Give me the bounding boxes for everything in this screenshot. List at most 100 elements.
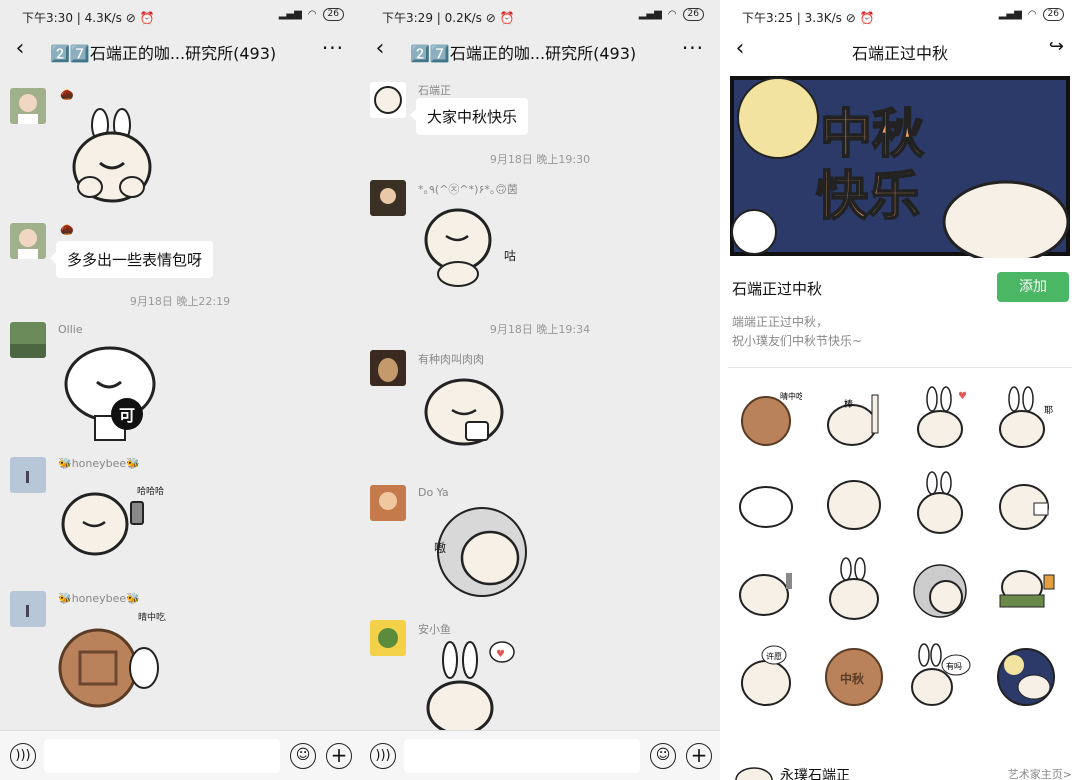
battery-icon: 26: [322, 8, 344, 21]
wifi-icon: ◠: [1027, 9, 1037, 20]
desc-line-2: 祝小璞友们中秋节快乐~: [732, 334, 863, 348]
wifi-icon: ◠: [667, 9, 677, 20]
message-bubble[interactable]: 大家中秋快乐: [409, 98, 529, 135]
avatar[interactable]: [370, 350, 406, 386]
avatar[interactable]: [10, 223, 46, 259]
battery-icon: 26: [682, 8, 704, 21]
status-bar: 下午3:30 | 4.3K/s ⊘ ⏰ ▂▄▆ ◠ 26: [0, 0, 360, 32]
avatar[interactable]: [10, 591, 46, 627]
share-icon[interactable]: ↪: [1049, 36, 1064, 57]
desc-line-1: 端端正正过中秋，: [732, 315, 829, 329]
sticker-bunny-waving[interactable]: [60, 105, 160, 215]
alarm-icon: ⏰: [859, 11, 875, 25]
pack-name: 石端正过中秋: [732, 280, 823, 298]
back-icon[interactable]: ‹: [10, 36, 30, 61]
sticker-cell[interactable]: 棒: [822, 385, 888, 451]
pack-description: 端端正正过中秋， 祝小璞友们中秋节快乐~: [732, 313, 862, 351]
svg-text:♥: ♥: [958, 391, 967, 402]
chestnut-icon: 🌰: [60, 223, 74, 236]
sticker-bunny-heart[interactable]: ♥: [422, 638, 522, 730]
sticker-cell[interactable]: ♥: [908, 385, 974, 451]
message-bubble[interactable]: 多多出一些表情包呀: [49, 241, 214, 278]
status-bar: 下午3:29 | 0.2K/s ⊘ ⏰ ▂▄▆ ◠ 26: [360, 0, 720, 32]
sender-name: Do Ya: [418, 486, 449, 499]
emoji-icon[interactable]: ☺: [650, 743, 676, 769]
sender-name: Ollie: [58, 323, 83, 336]
avatar[interactable]: [370, 485, 406, 521]
avatar[interactable]: [370, 620, 406, 656]
sticker-cell[interactable]: [994, 643, 1060, 709]
status-speed: 4.3K/s: [84, 11, 122, 25]
status-time: 下午3:29: [382, 11, 433, 25]
wifi-icon: ◠: [307, 9, 317, 20]
message-input[interactable]: [404, 739, 640, 773]
sender-name: 石端正: [418, 84, 451, 97]
svg-text:♥: ♥: [496, 649, 505, 660]
artist-avatar[interactable]: [734, 760, 774, 780]
sticker-lion-cup[interactable]: [418, 370, 528, 470]
timestamp: 9月18日 晚上19:30: [489, 153, 591, 166]
avatar[interactable]: [370, 180, 406, 216]
alarm-icon: ⏰: [499, 11, 515, 25]
avatar[interactable]: [10, 88, 46, 124]
sticker-text: 晴中吃月饼: [138, 611, 166, 623]
sender-name: 安小鱼: [418, 623, 451, 636]
avatar[interactable]: [10, 322, 46, 358]
status-time: 下午3:30: [22, 11, 73, 25]
back-icon[interactable]: ‹: [370, 36, 390, 61]
message-input[interactable]: [44, 739, 280, 773]
chat-panel-2: 下午3:29 | 0.2K/s ⊘ ⏰ ▂▄▆ ◠ 26 ‹ 2️⃣7️⃣石端正的咖…: [360, 0, 720, 780]
sticker-lion-ke[interactable]: 可: [55, 342, 165, 447]
sticker-cell[interactable]: [908, 471, 974, 537]
status-speed: 0.2K/s: [444, 11, 482, 25]
sticker-cell[interactable]: 有吗: [908, 643, 974, 709]
sticker-cell[interactable]: [736, 557, 802, 623]
voice-icon[interactable]: ))): [10, 743, 36, 769]
voice-icon[interactable]: ))): [370, 743, 396, 769]
sticker-cell[interactable]: [994, 557, 1060, 623]
chat-title: 2️⃣7️⃣石端正的咖...研究所(493): [50, 44, 277, 63]
input-bar: ))) ☺ +: [360, 730, 720, 780]
mute-icon: ⊘: [485, 11, 496, 25]
status-bar: 下午3:25 | 3.3K/s ⊘ ⏰ ▂▄▆ ◠ 26: [720, 0, 1080, 32]
input-bar: ))) ☺ +: [0, 730, 360, 780]
more-icon[interactable]: ···: [322, 36, 344, 60]
banner-text-2: 快乐: [816, 167, 920, 227]
sticker-text: 哈哈哈: [137, 485, 164, 497]
sticker-cell[interactable]: 许愿: [736, 643, 802, 709]
sticker-cell[interactable]: [822, 471, 888, 537]
alarm-icon: ⏰: [139, 11, 155, 25]
signal-icon: ▂▄▆: [998, 9, 1022, 20]
sticker-cell[interactable]: [994, 471, 1060, 537]
chestnut-icon: 🌰: [60, 88, 74, 101]
plus-icon[interactable]: +: [326, 743, 352, 769]
more-icon[interactable]: ···: [682, 36, 704, 60]
add-button[interactable]: 添加: [997, 272, 1069, 302]
timestamp: 9月18日 晚上19:34: [489, 323, 591, 336]
sticker-text: 耶: [1044, 405, 1053, 416]
timestamp: 9月18日 晚上22:19: [129, 295, 231, 308]
sticker-cell[interactable]: 晴中吃月: [736, 385, 802, 451]
pack-banner: 中秋 快乐: [720, 70, 1080, 258]
plus-icon[interactable]: +: [686, 743, 712, 769]
sticker-mooncake[interactable]: 晴中吃月饼: [58, 608, 166, 710]
sticker-lion-arms[interactable]: 咕: [418, 198, 528, 293]
sender-name: *｡٩(^㉨^*)۶*｡🙃茵: [418, 183, 518, 196]
sticker-cell[interactable]: [908, 557, 974, 623]
chat-title: 2️⃣7️⃣石端正的咖...研究所(493): [410, 44, 637, 63]
sticker-lion-phone[interactable]: 哈哈哈: [55, 476, 165, 571]
sticker-cell[interactable]: [822, 557, 888, 623]
sticker-cell[interactable]: 耶: [994, 385, 1060, 451]
artist-homepage-link[interactable]: 艺术家主页>: [1008, 766, 1072, 780]
sticker-cell[interactable]: [736, 471, 802, 537]
avatar[interactable]: [370, 82, 406, 118]
sticker-lion-moon[interactable]: 嗷: [420, 506, 530, 601]
sticker-cell[interactable]: 中秋: [822, 643, 888, 709]
sticker-text: 嗷: [434, 541, 446, 555]
status-time: 下午3:25: [742, 11, 793, 25]
avatar[interactable]: [10, 457, 46, 493]
chat-header: ‹ 2️⃣7️⃣石端正的咖...研究所(493) ···: [0, 32, 360, 68]
emoji-icon[interactable]: ☺: [290, 743, 316, 769]
sticker-text: 可: [119, 406, 135, 425]
sticker-text: 中秋: [840, 671, 865, 686]
